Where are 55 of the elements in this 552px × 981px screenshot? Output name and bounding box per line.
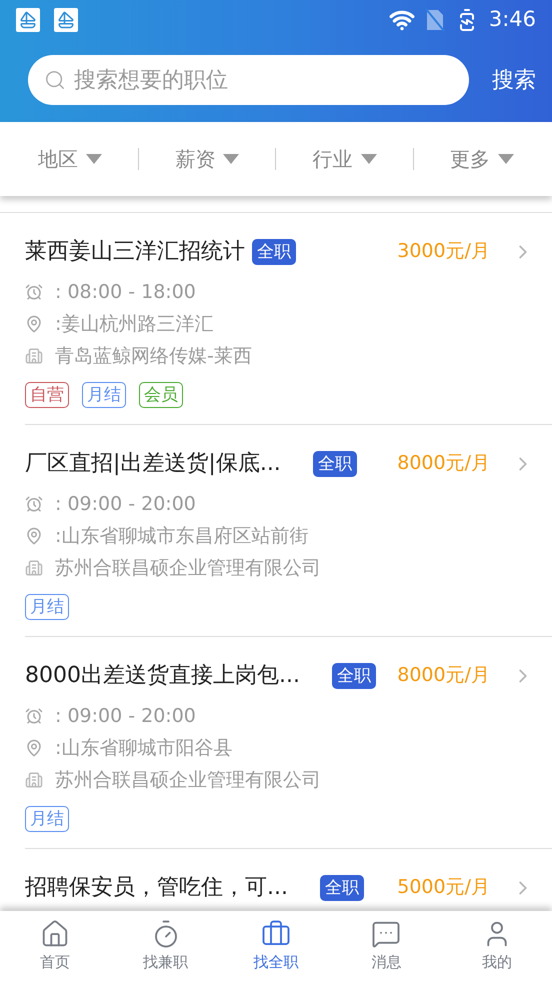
- nav-tab[interactable]: 消息: [331, 911, 442, 981]
- company-name: 苏州合联昌硕企业管理有限公司: [55, 768, 321, 793]
- job-title: 8000出差送货直接上岗包...: [25, 662, 300, 690]
- dropdown-triangle-icon: [360, 154, 377, 164]
- search-button[interactable]: 搜索: [492, 64, 536, 96]
- alarm-clock-icon: [25, 283, 43, 301]
- nav-tab[interactable]: 找全职: [220, 911, 332, 981]
- alarm-clock-icon: [25, 707, 43, 725]
- job-tag: 月结: [82, 382, 126, 408]
- job-tag: 月结: [25, 806, 69, 832]
- search-icon: [44, 69, 66, 91]
- building-icon: [25, 559, 43, 577]
- building-icon: [25, 347, 43, 365]
- job-type-badge: 全职: [332, 662, 376, 688]
- nav-tab[interactable]: 首页: [0, 911, 110, 981]
- app-notification-icon: [16, 8, 40, 32]
- dropdown-triangle-icon: [223, 154, 240, 164]
- company-name: 苏州合联昌硕企业管理有限公司: [55, 556, 321, 581]
- salary-text: 8000元/月: [397, 451, 490, 476]
- job-type-badge: 全职: [312, 450, 357, 476]
- location-pin-icon: [25, 739, 43, 757]
- salary-text: 8000元/月: [397, 663, 490, 688]
- work-hours: : 09:00 - 20:00: [55, 704, 196, 729]
- filter-dropdown[interactable]: 地区: [38, 144, 102, 174]
- location-pin-icon: [25, 315, 43, 333]
- company-name: 青岛蓝鲸网络传媒-莱西: [55, 344, 252, 369]
- salary-text: 5000元/月: [397, 875, 490, 900]
- filter-dropdown[interactable]: 更多: [450, 144, 514, 174]
- job-address: :山东省聊城市阳谷县: [55, 736, 232, 761]
- job-type-badge: 全职: [252, 238, 296, 264]
- alarm-clock-icon: [25, 495, 43, 513]
- job-tag: 月结: [25, 594, 69, 620]
- job-address: :姜山杭州路三洋汇: [55, 312, 214, 337]
- job-address: :山东省聊城市东昌府区站前街: [55, 524, 308, 549]
- no-sim-icon: [424, 8, 445, 32]
- work-hours: : 08:00 - 18:00: [55, 280, 196, 305]
- job-type-badge: 全职: [320, 874, 364, 900]
- building-icon: [25, 771, 43, 789]
- filter-dropdown[interactable]: 薪资: [175, 144, 240, 174]
- job-tag: 自营: [25, 382, 69, 408]
- filter-dropdown[interactable]: 行业: [312, 144, 377, 174]
- dropdown-triangle-icon: [498, 154, 514, 164]
- dropdown-triangle-icon: [86, 154, 102, 164]
- job-title: 厂区直招|出差送货|保底...: [25, 450, 281, 478]
- job-title: 招聘保安员，管吃住，可...: [25, 874, 288, 902]
- salary-text: 3000元/月: [397, 239, 490, 264]
- search-field[interactable]: 搜索想要的职位: [28, 55, 469, 105]
- job-tag: 会员: [139, 382, 183, 408]
- app-notification-icon: [54, 8, 78, 32]
- work-hours: : 09:00 - 20:00: [55, 492, 196, 517]
- status-time: 3:46: [488, 6, 536, 34]
- nav-tab[interactable]: 我的: [442, 911, 552, 981]
- job-title: 莱西姜山三洋汇招统计: [25, 238, 245, 266]
- location-pin-icon: [25, 527, 43, 545]
- nav-tab[interactable]: 找兼职: [110, 911, 221, 981]
